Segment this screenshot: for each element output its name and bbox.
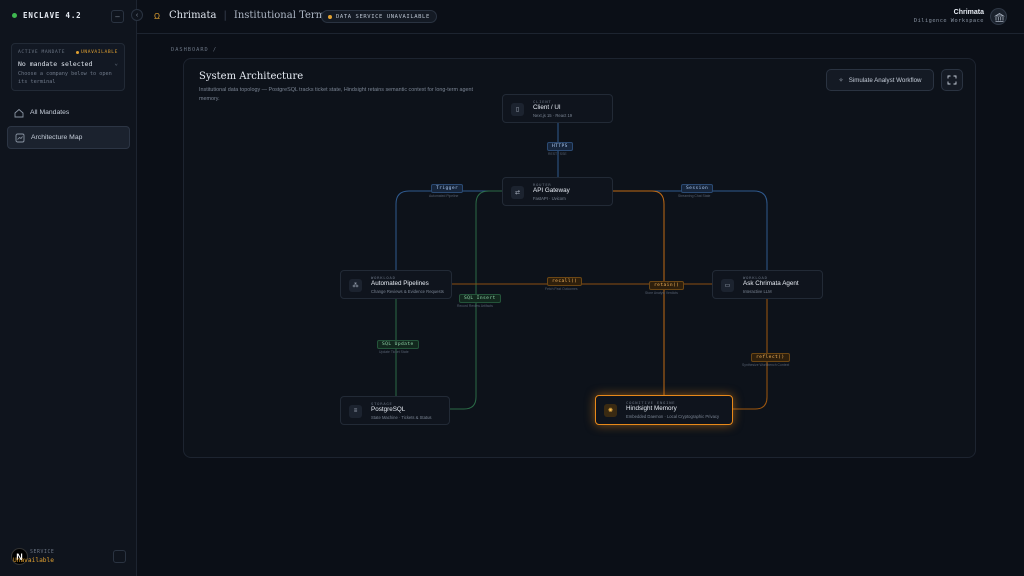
sidebar-item-label: All Mandates [30,109,70,116]
edge-sub-trigger: Automated Pipeline [429,194,459,198]
page-title: Chrimata | Institutional Terminal [169,10,344,21]
service-value: Unavailable [13,557,54,564]
data-service-badge: DATA SERVICE UNAVAILABLE [321,10,437,23]
chevron-down-icon: ⌄ [114,60,118,67]
cpu-icon: ✺ [604,404,617,417]
node-subtitle: Interactive LLM [743,289,772,294]
chat-icon: ▭ [721,278,734,292]
brand: ENCLAVE 4.2 [12,11,81,20]
minus-icon: – [115,12,120,21]
breadcrumb[interactable]: DASHBOARD / [171,47,217,53]
node-subtitle: Embedded Daemon · Local Cryptographic Pr… [626,414,720,419]
monitor-icon: ▯ [511,102,524,116]
collapse-sidebar-button[interactable]: – [111,10,124,23]
sidebar-item-architecture-map[interactable]: Architecture Map [7,126,130,149]
node-name: Hindsight Memory [626,405,677,412]
mandate-selector[interactable]: ACTIVE MANDATE UNAVAILABLE No mandate se… [11,43,125,91]
node-name: Client / UI [533,104,561,111]
title-divider: | [223,10,227,21]
header: ‹ Ω Chrimata | Institutional Terminal DA… [131,0,1024,34]
node-postgresql[interactable]: ≡ STORAGE PostgreSQL State Machine · Tic… [340,396,450,425]
node-client-ui[interactable]: ▯ CLIENT Client / UI Next.js 15 · React … [502,94,613,123]
edge-sub-sql-insert: Record Review Artifacts [457,304,493,308]
architecture-panel: System Architecture Institutional data t… [183,58,976,458]
node-api-gateway[interactable]: ⇄ ROUTER API Gateway FastAPI · Uvicorn [502,177,613,206]
status-dot [12,13,17,18]
sidebar-item-label: Architecture Map [31,134,83,141]
edge-session [613,190,768,270]
node-subtitle: Change Reviews & Evidence Requests [371,289,444,294]
edge-label-retain: retain() [649,281,685,290]
service-label: SERVICE [30,550,55,555]
edge-sub-reflect: Synthesize Workbench Context [742,363,790,367]
bank-icon[interactable] [990,8,1007,25]
router-icon: ⇄ [511,185,524,199]
node-name: API Gateway [533,187,570,194]
edge-label-sql-update: SQL Update [377,340,419,349]
edge-trigger [395,190,502,270]
edge-sub-retain: Store Analyst Verdicts [645,291,678,295]
sidebar-item-all-mandates[interactable]: All Mandates [7,101,130,124]
edge-label-sql-insert: SQL Insert [459,294,501,303]
edge-label-https: HTTPS [547,142,573,151]
database-icon: ≡ [349,404,362,418]
settings-button[interactable] [113,550,126,563]
node-name: PostgreSQL [371,406,406,413]
user-info: Chrimata Diligence Workspace [914,9,984,24]
mandate-status-badge: UNAVAILABLE [75,50,118,55]
mandate-description: Choose a company below to open its termi… [18,71,112,85]
service-status: N SERVICE Unavailable [11,547,126,567]
chevron-left-icon[interactable]: ‹ [131,9,143,21]
user-name: Chrimata [953,9,984,16]
map-icon [15,133,25,142]
app-title: Chrimata [169,10,217,21]
node-subtitle: State Machine · Tickets & Status [371,415,432,420]
workflow-icon: ⁂ [349,278,362,292]
warning-dot-icon [328,14,332,19]
node-ask-chrimata-agent[interactable]: ▭ WORKLOAD Ask Chrimata Agent Interactiv… [712,270,823,299]
node-hindsight-memory[interactable]: ✺ COGNITIVE ENGINE Hindsight Memory Embe… [595,395,733,425]
edge-sub-session: Streaming Chat State [678,194,711,198]
edge-sub-https: REST / SSE [548,152,567,156]
sidebar: ENCLAVE 4.2 – ACTIVE MANDATE UNAVAILABLE… [0,0,137,576]
node-automated-pipelines[interactable]: ⁂ WORKLOAD Automated Pipelines Change Re… [340,270,452,299]
edge-label-trigger: Trigger [431,184,464,193]
edge-label-recall: recall() [547,277,583,286]
node-name: Automated Pipelines [371,280,429,287]
logo-icon: Ω [154,12,160,21]
edge-sub-sql-update: Update Ticket State [379,350,409,354]
mandate-label: ACTIVE MANDATE [18,50,66,55]
edge-label-reflect: reflect() [751,353,790,362]
node-subtitle: Next.js 15 · React 19 [533,113,573,118]
mandate-title: No mandate selected [18,60,93,68]
edge-label-session: Session [681,184,714,193]
edge-sub-recall: Fetch Past Outcomes [545,287,578,291]
home-icon [14,108,24,117]
brand-label: ENCLAVE 4.2 [23,11,82,20]
node-subtitle: FastAPI · Uvicorn [533,196,566,201]
workspace-name: Diligence Workspace [913,18,984,24]
node-name: Ask Chrimata Agent [743,280,799,287]
